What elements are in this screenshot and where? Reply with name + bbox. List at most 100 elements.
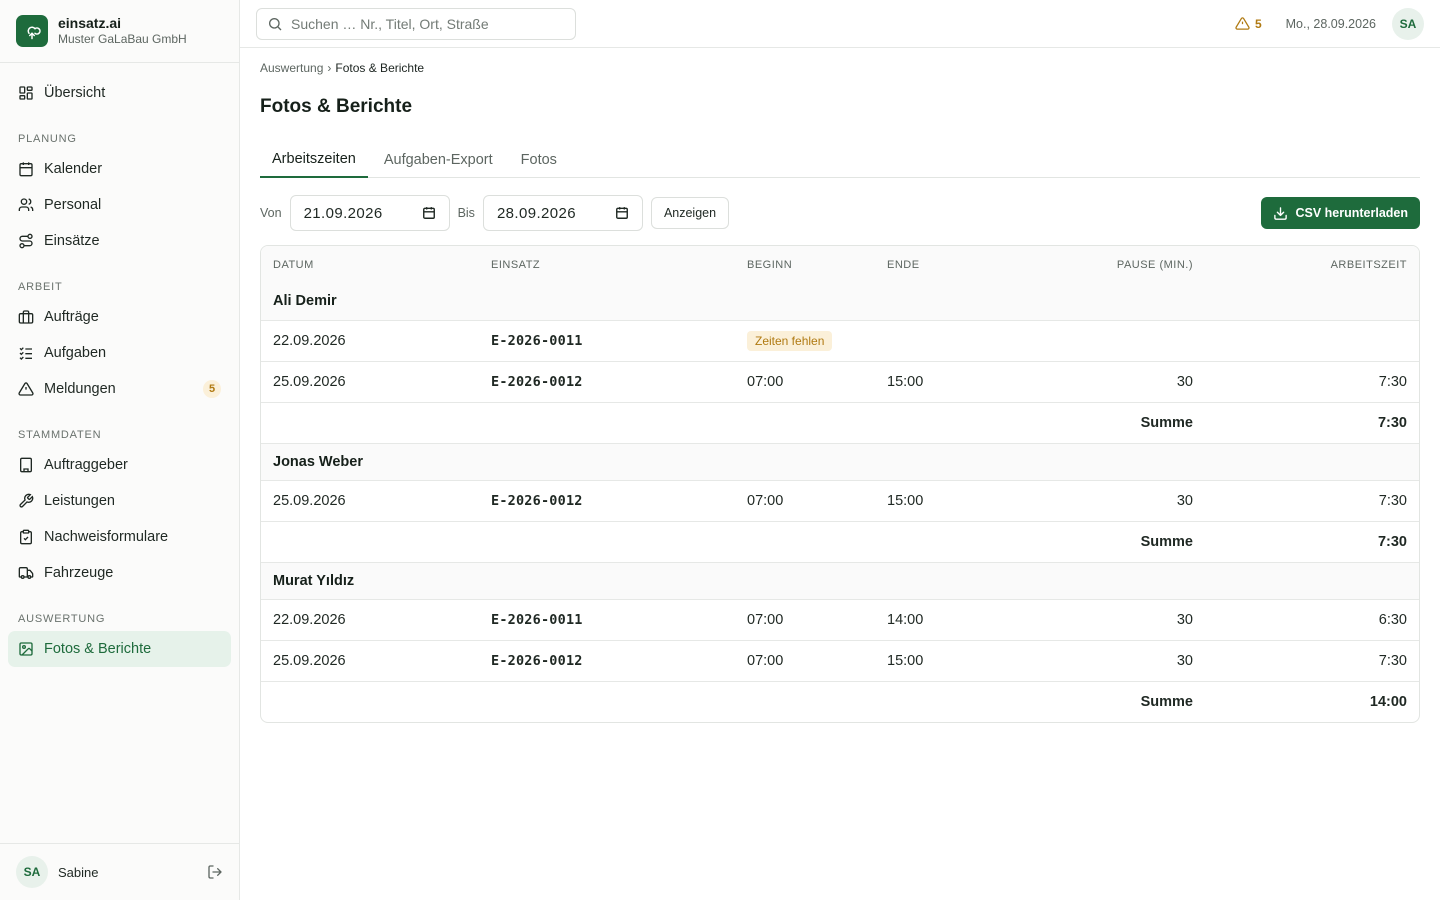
to-label: Bis [457,206,475,220]
column-header[interactable]: BEGINN [735,246,875,283]
cell-pause: 30 [1015,360,1205,402]
column-header[interactable]: EINSATZ [479,246,735,283]
user-avatar-top[interactable]: SA [1392,7,1424,40]
sum-label: Summe [1015,520,1205,562]
column-header[interactable]: PAUSE (MIN.) [1015,246,1205,283]
logout-icon[interactable] [207,864,223,880]
cell-date: 25.09.2026 [261,639,479,681]
cell-einsatz[interactable]: E-2026-0011 [479,319,735,361]
table-row[interactable]: 22.09.2026 E-2026-0011 07:00 14:00 30 6:… [261,598,1419,640]
nav-item-overview[interactable]: Übersicht [8,75,231,111]
employee-group-row: Ali Demir [261,283,1419,320]
sum-row: Summe 14:00 [261,680,1419,722]
nav-item-personal[interactable]: Personal [8,187,231,223]
column-header[interactable]: ARBEITSZEIT [1205,246,1419,283]
employee-group-row: Murat Yıldız [261,561,1419,599]
table-row[interactable]: 22.09.2026 E-2026-0011 Zeiten fehlen [261,319,1419,361]
breadcrumb: Auswertung › Fotos & Berichte [260,61,1420,75]
nav-item-einsaetze[interactable]: Einsätze [8,223,231,259]
breadcrumb-parent[interactable]: Auswertung [260,61,323,75]
nav-item-auftraege[interactable]: Aufträge [8,299,231,335]
tab-arbeitszeiten[interactable]: Arbeitszeiten [260,142,368,178]
table-row[interactable]: 25.09.2026 E-2026-0012 07:00 15:00 30 7:… [261,639,1419,681]
image-icon [19,642,33,656]
sum-label: Summe [1015,680,1205,722]
show-button[interactable]: Anzeigen [650,197,730,229]
nav-label: Kalender [44,161,103,177]
calendar-picker-icon[interactable] [615,206,629,220]
sum-value: 7:30 [1205,520,1419,562]
tab-aufgaben-export[interactable]: Aufgaben-Export [372,142,505,177]
cell-einsatz[interactable]: E-2026-0012 [479,360,735,402]
from-label: Von [260,206,282,220]
sum-label: Summe [1015,401,1205,443]
sum-value: 14:00 [1205,680,1419,722]
csv-download-button[interactable]: CSV herunterladen [1261,197,1420,229]
nav-label: Meldungen [44,381,116,397]
cell-worktime: 7:30 [1205,479,1419,521]
download-icon [1274,206,1288,220]
user-name: Sabine [58,864,99,880]
nav-item-kalender[interactable]: Kalender [8,151,231,187]
cell-einsatz[interactable]: E-2026-0011 [479,598,735,640]
main-content: Auswertung › Fotos & Berichte Fotos & Be… [260,48,1420,723]
search-box[interactable] [256,7,576,40]
cell-pause [1015,319,1205,361]
search-input[interactable] [291,15,551,32]
employee-name: Ali Demir [261,283,1419,320]
dashboard-icon [19,86,33,100]
missing-times-badge: Zeiten fehlen [747,330,833,351]
cell-ende: 15:00 [875,639,1015,681]
cell-ende: 15:00 [875,479,1015,521]
cell-worktime [1205,319,1419,361]
brand: einsatz.ai Muster GaLaBau GmbH [0,0,239,63]
tab-fotos[interactable]: Fotos [509,142,569,177]
nav-label: Leistungen [44,493,115,509]
sidebar: einsatz.ai Muster GaLaBau GmbH Übersicht… [0,0,240,900]
nav-item-meldungen[interactable]: Meldungen 5 [8,371,231,407]
warning-icon [18,382,34,396]
search-icon [269,17,282,30]
calendar-icon [19,162,33,177]
employee-name: Murat Yıldız [261,561,1419,599]
cell-beginn: 07:00 [735,639,875,681]
checklist-icon [19,347,32,360]
tabs: Arbeitszeiten Aufgaben-Export Fotos [260,142,1420,178]
nav-label: Fahrzeuge [44,565,114,581]
page-title: Fotos & Berichte [260,96,413,117]
cell-pause: 30 [1015,479,1205,521]
warning-icon [1235,17,1250,30]
wrench-icon [19,493,34,508]
sum-spacer [261,401,1015,443]
nav-item-aufgaben[interactable]: Aufgaben [8,335,231,371]
to-date-input[interactable]: 28.09.2026 [482,195,643,231]
tree-logo-icon [16,15,48,47]
nav-item-leistungen[interactable]: Leistungen [8,483,231,519]
cell-einsatz[interactable]: E-2026-0012 [479,639,735,681]
from-date-input[interactable]: 21.09.2026 [289,195,450,231]
alerts-count: 5 [1254,16,1262,31]
table-row[interactable]: 25.09.2026 E-2026-0012 07:00 15:00 30 7:… [261,360,1419,402]
nav-label: Aufgaben [44,345,107,361]
nav-item-fotos-berichte[interactable]: Fotos & Berichte [8,631,231,667]
cell-worktime: 6:30 [1205,598,1419,640]
nav-section-auswertung: AUSWERTUNG [18,613,106,625]
calendar-picker-icon[interactable] [422,206,436,220]
column-header[interactable]: ENDE [875,246,1015,283]
nav-item-fahrzeuge[interactable]: Fahrzeuge [8,555,231,591]
clipboard-check-icon [20,529,32,545]
employee-name: Jonas Weber [261,442,1419,480]
user-avatar[interactable]: SA [16,856,48,888]
nav-item-auftraggeber[interactable]: Auftraggeber [8,447,231,483]
alerts-button[interactable]: 5 [1235,16,1262,31]
cell-ende [875,319,1015,361]
cell-einsatz[interactable]: E-2026-0012 [479,479,735,521]
column-header[interactable]: DATUM [261,246,479,283]
csv-button-label: CSV herunterladen [1295,206,1408,220]
breadcrumb-current: Fotos & Berichte [335,61,425,75]
table-row[interactable]: 25.09.2026 E-2026-0012 07:00 15:00 30 7:… [261,479,1419,521]
nav-label: Einsätze [44,233,100,249]
nav-item-nachweisformulare[interactable]: Nachweisformulare [8,519,231,555]
cell-beginn: 07:00 [735,360,875,402]
cell-ende: 14:00 [875,598,1015,640]
